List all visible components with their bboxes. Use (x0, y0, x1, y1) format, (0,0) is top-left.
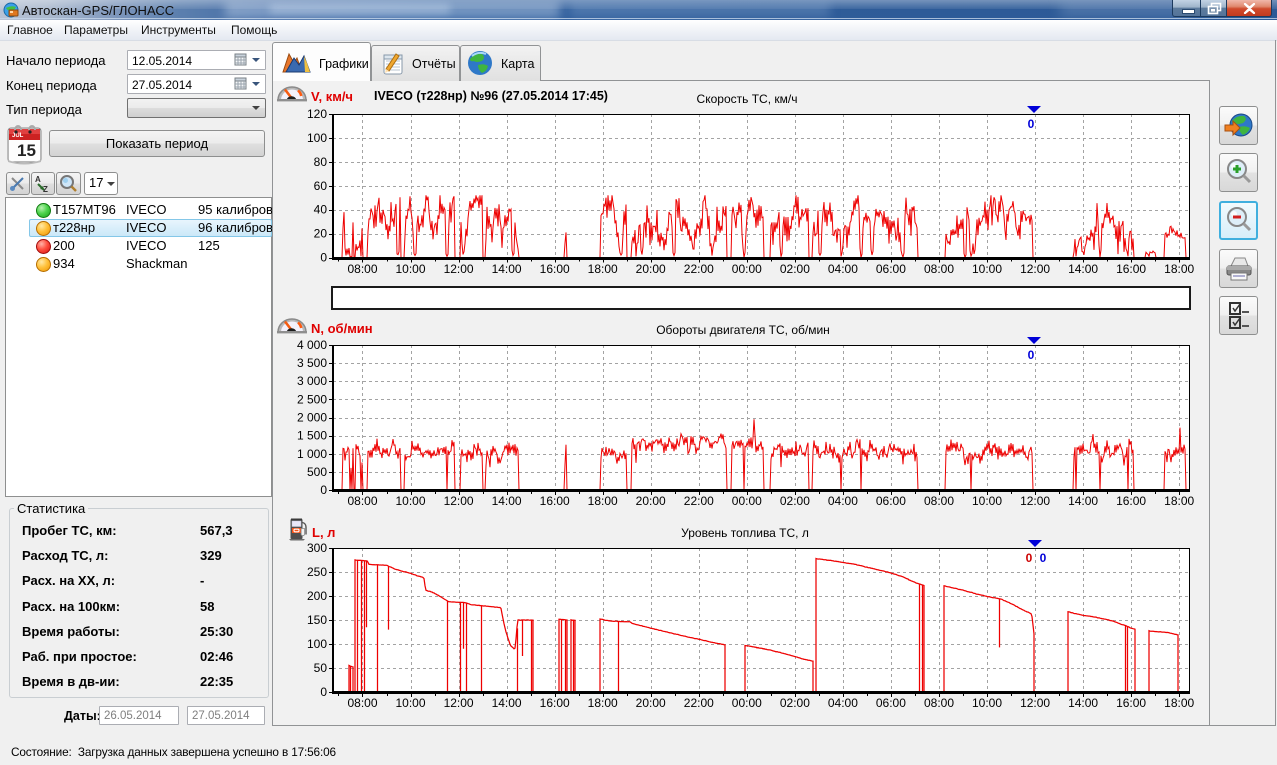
svg-text:14:00: 14:00 (492, 696, 522, 710)
svg-text:14:00: 14:00 (1068, 696, 1098, 710)
svg-text:500: 500 (307, 465, 327, 479)
svg-text:2 500: 2 500 (297, 392, 327, 406)
svg-text:0: 0 (1028, 117, 1035, 131)
svg-text:200: 200 (307, 589, 327, 603)
svg-text:16:00: 16:00 (1116, 262, 1146, 276)
svg-text:16:00: 16:00 (540, 696, 570, 710)
svg-text:0: 0 (1028, 348, 1035, 362)
svg-text:18:00: 18:00 (588, 262, 618, 276)
svg-text:250: 250 (307, 565, 327, 579)
svg-text:80: 80 (314, 155, 328, 169)
svg-text:00:00: 00:00 (732, 262, 762, 276)
svg-text:14:00: 14:00 (492, 494, 522, 508)
svg-text:12:00: 12:00 (1020, 494, 1050, 508)
svg-text:06:00: 06:00 (876, 696, 906, 710)
svg-text:150: 150 (307, 613, 327, 627)
svg-text:18:00: 18:00 (1164, 262, 1194, 276)
svg-text:10:00: 10:00 (972, 262, 1002, 276)
svg-text:0: 0 (1026, 551, 1033, 565)
svg-text:100: 100 (307, 131, 327, 145)
svg-text:50: 50 (314, 661, 328, 675)
svg-text:3 000: 3 000 (297, 374, 327, 388)
svg-text:120: 120 (307, 107, 327, 121)
svg-text:1 000: 1 000 (297, 447, 327, 461)
svg-text:1 500: 1 500 (297, 429, 327, 443)
svg-text:08:00: 08:00 (924, 494, 954, 508)
svg-text:40: 40 (314, 203, 328, 217)
svg-text:0: 0 (1040, 551, 1047, 565)
svg-text:18:00: 18:00 (588, 696, 618, 710)
svg-text:12:00: 12:00 (1020, 262, 1050, 276)
svg-text:300: 300 (307, 541, 327, 555)
svg-text:0: 0 (320, 251, 327, 265)
svg-text:18:00: 18:00 (1164, 494, 1194, 508)
svg-text:12:00: 12:00 (1020, 696, 1050, 710)
svg-text:06:00: 06:00 (876, 262, 906, 276)
svg-text:10:00: 10:00 (395, 696, 425, 710)
svg-text:08:00: 08:00 (347, 494, 377, 508)
svg-text:16:00: 16:00 (540, 494, 570, 508)
svg-text:04:00: 04:00 (828, 494, 858, 508)
svg-text:14:00: 14:00 (492, 262, 522, 276)
svg-text:08:00: 08:00 (924, 262, 954, 276)
svg-text:08:00: 08:00 (347, 696, 377, 710)
svg-text:10:00: 10:00 (395, 262, 425, 276)
svg-text:20: 20 (314, 227, 328, 241)
svg-text:60: 60 (314, 179, 328, 193)
svg-text:10:00: 10:00 (395, 494, 425, 508)
svg-text:02:00: 02:00 (780, 494, 810, 508)
svg-text:16:00: 16:00 (540, 262, 570, 276)
svg-text:18:00: 18:00 (1164, 696, 1194, 710)
svg-text:16:00: 16:00 (1116, 696, 1146, 710)
svg-text:00:00: 00:00 (732, 494, 762, 508)
svg-text:16:00: 16:00 (1116, 494, 1146, 508)
svg-text:10:00: 10:00 (972, 696, 1002, 710)
svg-text:18:00: 18:00 (588, 494, 618, 508)
svg-text:20:00: 20:00 (636, 494, 666, 508)
svg-text:22:00: 22:00 (684, 696, 714, 710)
svg-text:08:00: 08:00 (924, 696, 954, 710)
svg-text:20:00: 20:00 (636, 262, 666, 276)
svg-text:12:00: 12:00 (444, 494, 474, 508)
svg-text:00:00: 00:00 (732, 696, 762, 710)
svg-text:02:00: 02:00 (780, 262, 810, 276)
svg-text:22:00: 22:00 (684, 494, 714, 508)
svg-text:2 000: 2 000 (297, 411, 327, 425)
svg-text:12:00: 12:00 (444, 696, 474, 710)
svg-text:20:00: 20:00 (636, 696, 666, 710)
svg-text:14:00: 14:00 (1068, 262, 1098, 276)
svg-text:10:00: 10:00 (972, 494, 1002, 508)
svg-text:4 000: 4 000 (297, 338, 327, 352)
svg-text:0: 0 (320, 685, 327, 699)
svg-text:02:00: 02:00 (780, 696, 810, 710)
svg-text:0: 0 (320, 483, 327, 497)
svg-text:08:00: 08:00 (347, 262, 377, 276)
svg-text:04:00: 04:00 (828, 262, 858, 276)
svg-text:14:00: 14:00 (1068, 494, 1098, 508)
svg-text:12:00: 12:00 (444, 262, 474, 276)
svg-text:04:00: 04:00 (828, 696, 858, 710)
svg-text:06:00: 06:00 (876, 494, 906, 508)
svg-text:3 500: 3 500 (297, 356, 327, 370)
svg-text:100: 100 (307, 637, 327, 651)
svg-text:22:00: 22:00 (684, 262, 714, 276)
